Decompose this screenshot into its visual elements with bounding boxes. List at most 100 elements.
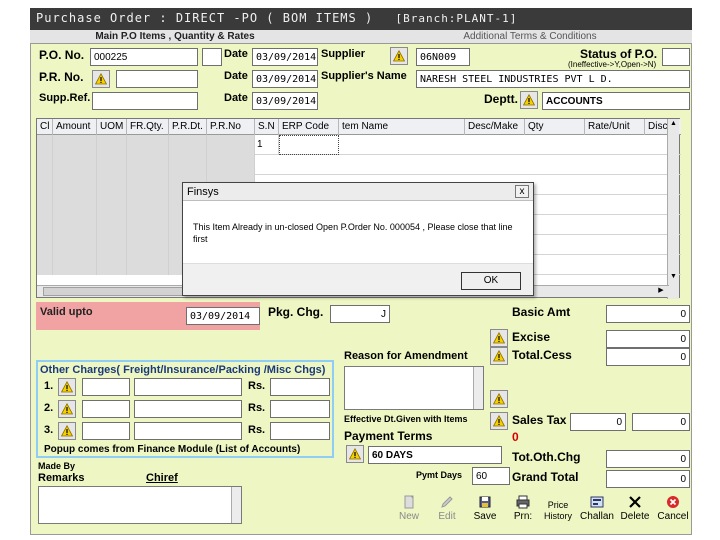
deptt-field[interactable]: ACCOUNTS xyxy=(542,92,690,110)
effective-label: Effective Dt.Given with Items xyxy=(344,414,468,424)
challan-button[interactable]: Challan xyxy=(578,492,616,524)
sales-tax-warning-button[interactable] xyxy=(490,412,508,430)
supp-ref-field[interactable] xyxy=(92,92,198,110)
charge-1-warning-button[interactable] xyxy=(58,378,76,396)
excise-field: 0 xyxy=(606,330,690,348)
col-fr-qty: FR.Qty. xyxy=(127,119,169,135)
remarks-scrollbar[interactable] xyxy=(231,487,241,523)
col-qty: Qty xyxy=(525,119,585,135)
scroll-right-icon[interactable]: ▶ xyxy=(655,286,667,296)
col-uom: UOM xyxy=(97,119,127,135)
table-row[interactable] xyxy=(37,155,681,175)
date-label-1: Date xyxy=(224,48,248,60)
col-desc-make: Desc/Make xyxy=(465,119,525,135)
price-history-button[interactable]: Price History xyxy=(540,492,576,524)
pkg-chg-label: Pkg. Chg. xyxy=(268,305,324,319)
payment-terms-label: Payment Terms xyxy=(344,429,433,443)
warning-icon xyxy=(493,393,505,405)
charge-3-warning-button[interactable] xyxy=(58,422,76,440)
pr-no-lookup-warning-button[interactable] xyxy=(92,70,110,88)
charge-3-code-field[interactable] xyxy=(82,422,130,440)
supplier-code-field[interactable]: 06N009 xyxy=(416,48,470,66)
supplier-lookup-warning-button[interactable] xyxy=(390,47,408,65)
ok-button[interactable]: OK xyxy=(461,272,521,290)
challan-icon xyxy=(590,496,604,508)
payment-terms-field[interactable]: 60 DAYS xyxy=(368,446,502,464)
delete-button[interactable]: Delete xyxy=(616,492,654,524)
sales-tax-pct-field[interactable]: 0 xyxy=(570,413,626,431)
edit-icon xyxy=(441,496,453,508)
charge-1-name-field[interactable] xyxy=(134,378,242,396)
charge-3-name-field[interactable] xyxy=(134,422,242,440)
dialog-button-bar: OK xyxy=(183,263,533,295)
total-cess-label: Total.Cess xyxy=(512,348,572,362)
dialog-title: Finsys xyxy=(183,183,533,201)
made-by-label: Made By xyxy=(38,461,76,471)
charge-row-3-label: 3. xyxy=(44,424,54,436)
grid-vertical-scrollbar[interactable]: ▲ ▼ xyxy=(667,119,679,299)
reason-scrollbar[interactable] xyxy=(473,367,483,409)
charge-2-code-field[interactable] xyxy=(82,400,130,418)
pr-no-field[interactable] xyxy=(116,70,198,88)
grand-total-label: Grand Total xyxy=(512,470,579,484)
save-button[interactable]: Save xyxy=(466,492,504,524)
charge-1-code-field[interactable] xyxy=(82,378,130,396)
po-no-label: P.O. No. xyxy=(39,48,85,62)
deptt-lookup-warning-button[interactable] xyxy=(520,91,538,109)
reason-textarea[interactable] xyxy=(344,366,484,410)
row-sn-cell: 1 xyxy=(255,135,279,155)
popup-note: Popup comes from Finance Module (List of… xyxy=(44,444,301,455)
effective-dt-warning-button[interactable] xyxy=(490,390,508,408)
charge-2-amount-field[interactable] xyxy=(270,400,330,418)
print-button[interactable]: Prn: xyxy=(504,492,542,524)
pr-date-field[interactable]: 03/09/2014 xyxy=(252,70,318,88)
tab-main-items[interactable]: Main P.O Items , Quantity & Rates xyxy=(80,30,270,44)
col-rate-unit: Rate/Unit xyxy=(585,119,645,135)
supp-ref-date-field[interactable]: 03/09/2014 xyxy=(252,92,318,110)
charge-row-1-label: 1. xyxy=(44,380,54,392)
scroll-up-icon[interactable]: ▲ xyxy=(669,120,678,130)
valid-upto-field[interactable]: 03/09/2014 xyxy=(186,307,260,325)
sales-tax-label: Sales Tax xyxy=(512,413,567,427)
supplier-name-label: Supplier's Name xyxy=(321,70,407,82)
pymt-days-field[interactable]: 60 xyxy=(472,467,510,485)
excise-warning-button[interactable] xyxy=(490,329,508,347)
table-row[interactable]: 1 xyxy=(37,135,681,155)
date-label-2: Date xyxy=(224,70,248,82)
active-erp-code-cell[interactable] xyxy=(279,135,339,155)
reason-label: Reason for Amendment xyxy=(344,350,468,362)
po-no-extra-field[interactable] xyxy=(202,48,222,66)
po-no-field[interactable]: 000225 xyxy=(90,48,198,66)
valid-upto-label: Valid upto xyxy=(40,306,93,318)
warning-icon xyxy=(493,350,505,362)
cess-warning-button[interactable] xyxy=(490,347,508,365)
scroll-down-icon[interactable]: ▼ xyxy=(669,273,678,283)
col-disc: Disc % xyxy=(645,119,669,135)
po-date-field[interactable]: 03/09/2014 xyxy=(252,48,318,66)
charge-2-name-field[interactable] xyxy=(134,400,242,418)
warning-icon xyxy=(61,381,73,393)
cancel-button[interactable]: Cancel xyxy=(654,492,692,524)
sales-tax-amount-field: 0 xyxy=(632,413,690,431)
save-icon xyxy=(479,496,491,508)
cancel-icon xyxy=(667,496,679,508)
warning-icon xyxy=(393,50,405,62)
window-title: Purchase Order : DIRECT -PO ( BOM ITEMS … xyxy=(36,11,374,25)
edit-button[interactable]: Edit xyxy=(428,492,466,524)
supplier-name-field[interactable]: NARESH STEEL INDUSTRIES PVT L D. xyxy=(416,70,690,88)
supplier-label: Supplier xyxy=(321,48,366,60)
new-button[interactable]: New xyxy=(390,492,428,524)
col-sn: S.N xyxy=(255,119,279,135)
branch-label: [Branch:PLANT-1] xyxy=(395,12,518,25)
charge-2-warning-button[interactable] xyxy=(58,400,76,418)
payment-terms-warning-button[interactable] xyxy=(346,445,364,463)
pkg-chg-field[interactable]: J xyxy=(330,305,390,323)
col-item-name: tem Name xyxy=(339,119,465,135)
status-field[interactable] xyxy=(662,48,690,66)
close-icon[interactable]: x xyxy=(515,185,529,198)
tab-additional-terms[interactable]: Additional Terms & Conditions xyxy=(430,30,630,44)
charge-1-amount-field[interactable] xyxy=(270,378,330,396)
scroll-thumb[interactable] xyxy=(43,287,183,296)
remarks-textarea[interactable] xyxy=(38,486,242,524)
charge-3-amount-field[interactable] xyxy=(270,422,330,440)
